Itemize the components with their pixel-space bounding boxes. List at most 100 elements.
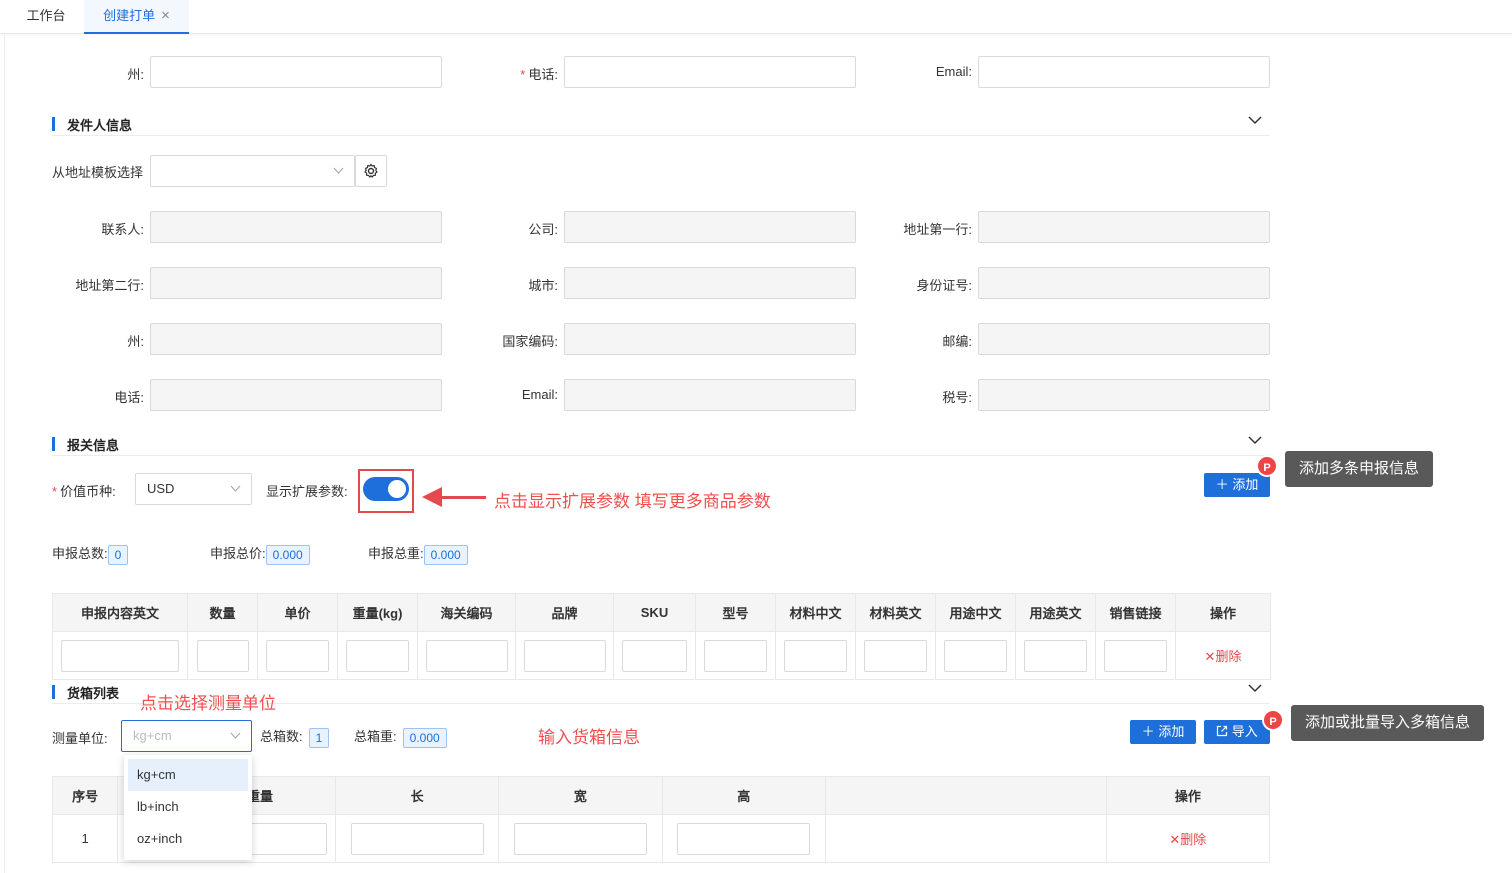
col-header: 宽 <box>498 776 663 815</box>
chevron-down-icon[interactable] <box>1248 432 1262 448</box>
chevron-down-icon[interactable] <box>1248 112 1262 128</box>
col-header: SKU <box>613 593 696 632</box>
currency-select[interactable]: USD <box>135 473 252 505</box>
contact-label: 联系人: <box>101 222 144 237</box>
country-code-input[interactable] <box>564 323 856 355</box>
plus-icon: ＋ <box>1141 724 1155 739</box>
total-box-weight: 总箱重: 0.000 <box>354 726 447 748</box>
usage-cn-input[interactable] <box>944 639 1007 672</box>
declare-weight: 申报总重: 0.000 <box>368 543 468 565</box>
sku-input[interactable] <box>622 639 687 672</box>
toggle-knob <box>388 480 406 498</box>
unit-option[interactable]: lb+inch <box>124 791 252 823</box>
tax-no-input[interactable] <box>978 379 1270 411</box>
zip-label: 邮编: <box>942 334 972 349</box>
company-label: 公司: <box>528 222 558 237</box>
col-header: 品牌 <box>515 593 614 632</box>
city-input[interactable] <box>564 267 856 299</box>
country-code-label: 国家编码: <box>502 334 558 349</box>
tab-bar: 工作台 创建打单 × <box>0 0 1512 34</box>
company-input[interactable] <box>564 211 856 243</box>
annotation-toggle: 点击显示扩展参数 填写更多商品参数 <box>494 492 771 511</box>
currency-label: * 价值币种: <box>52 484 116 499</box>
quantity-input[interactable] <box>196 639 249 672</box>
left-divider <box>4 34 5 873</box>
total-boxes: 总箱数: 1 <box>260 726 330 748</box>
contact-input[interactable] <box>150 211 442 243</box>
customs-add-button[interactable]: ＋ 添加 <box>1204 473 1270 497</box>
declare-price: 申报总价: 0.000 <box>210 543 310 565</box>
weight-input[interactable] <box>346 639 409 672</box>
annotation-unit: 点击选择测量单位 <box>140 694 276 713</box>
receiver-phone-input[interactable] <box>564 56 856 88</box>
model-input[interactable] <box>704 639 767 672</box>
address2-input[interactable] <box>150 267 442 299</box>
sender-section-header[interactable]: 发件人信息 <box>52 114 1270 136</box>
material-cn-input[interactable] <box>784 639 847 672</box>
chevron-down-icon <box>230 474 241 516</box>
delete-button[interactable]: ✕删除 <box>1169 832 1206 847</box>
sender-state-label: 州: <box>127 334 144 349</box>
gear-icon[interactable] <box>355 155 387 187</box>
close-icon[interactable]: × <box>161 7 170 24</box>
receiver-email-label: Email: <box>935 64 972 79</box>
sender-phone-input[interactable] <box>150 379 442 411</box>
box-length-input[interactable] <box>350 822 484 855</box>
boxes-section-title: 货箱列表 <box>67 686 120 701</box>
col-header: 申报内容英文 <box>52 593 188 632</box>
sender-state-input[interactable] <box>150 323 442 355</box>
sender-section-title: 发件人信息 <box>67 118 133 133</box>
box-height-input[interactable] <box>677 822 811 855</box>
sender-email-input[interactable] <box>564 379 856 411</box>
col-header: 材料英文 <box>855 593 936 632</box>
receiver-state-label: 州: <box>127 67 144 82</box>
unit-option[interactable]: oz+inch <box>124 823 252 855</box>
customs-section-header[interactable]: 报关信息 <box>52 434 1270 456</box>
usage-en-input[interactable] <box>1024 639 1087 672</box>
delete-button[interactable]: ✕删除 <box>1205 649 1242 664</box>
close-icon: ✕ <box>1204 649 1216 664</box>
receiver-email-input[interactable] <box>978 56 1270 88</box>
col-header: 长 <box>335 776 500 815</box>
col-header: 材料中文 <box>775 593 856 632</box>
declare-count: 申报总数: 0 <box>52 543 129 565</box>
tooltip-import-boxes: 添加或批量导入多箱信息 <box>1291 705 1485 741</box>
col-header: 用途英文 <box>1015 593 1096 632</box>
unit-select[interactable]: kg+cm <box>121 720 252 752</box>
boxes-import-button[interactable]: 导入 <box>1204 720 1270 744</box>
customs-section-title: 报关信息 <box>67 438 120 453</box>
unit-price-input[interactable] <box>266 639 329 672</box>
col-header: 重量(kg) <box>337 593 418 632</box>
col-header: 单价 <box>257 593 338 632</box>
receiver-phone-label: * 电话: <box>520 67 558 82</box>
table-row: ✕删除 <box>52 631 1271 680</box>
template-select[interactable] <box>150 155 355 187</box>
row-index: 1 <box>51 814 119 863</box>
box-width-input[interactable] <box>513 822 647 855</box>
col-header: 销售链接 <box>1095 593 1176 632</box>
chevron-down-icon[interactable] <box>1248 680 1262 696</box>
tab-workbench[interactable]: 工作台 <box>12 0 80 34</box>
unit-option[interactable]: kg+cm <box>128 759 248 791</box>
annotation-input: 输入货箱信息 <box>538 728 640 747</box>
id-number-input[interactable] <box>978 267 1270 299</box>
declare-name-input[interactable] <box>61 639 179 672</box>
badge-icon: P <box>1262 709 1284 731</box>
hs-code-input[interactable] <box>425 639 508 672</box>
tab-create-order[interactable]: 创建打单 × <box>84 0 189 34</box>
col-header: 序号 <box>51 776 119 815</box>
col-header <box>824 776 1107 815</box>
receiver-state-input[interactable] <box>150 56 442 88</box>
sales-link-input[interactable] <box>1104 639 1167 672</box>
arrow-line <box>440 496 486 499</box>
address1-input[interactable] <box>978 211 1270 243</box>
boxes-add-button[interactable]: ＋ 添加 <box>1130 720 1196 744</box>
col-header: 用途中文 <box>935 593 1016 632</box>
col-header: 海关编码 <box>417 593 516 632</box>
ext-params-toggle[interactable] <box>363 477 409 501</box>
col-header: 操作 <box>1175 593 1271 632</box>
material-en-input[interactable] <box>864 639 927 672</box>
import-icon <box>1216 724 1232 739</box>
brand-input[interactable] <box>523 639 606 672</box>
zip-input[interactable] <box>978 323 1270 355</box>
